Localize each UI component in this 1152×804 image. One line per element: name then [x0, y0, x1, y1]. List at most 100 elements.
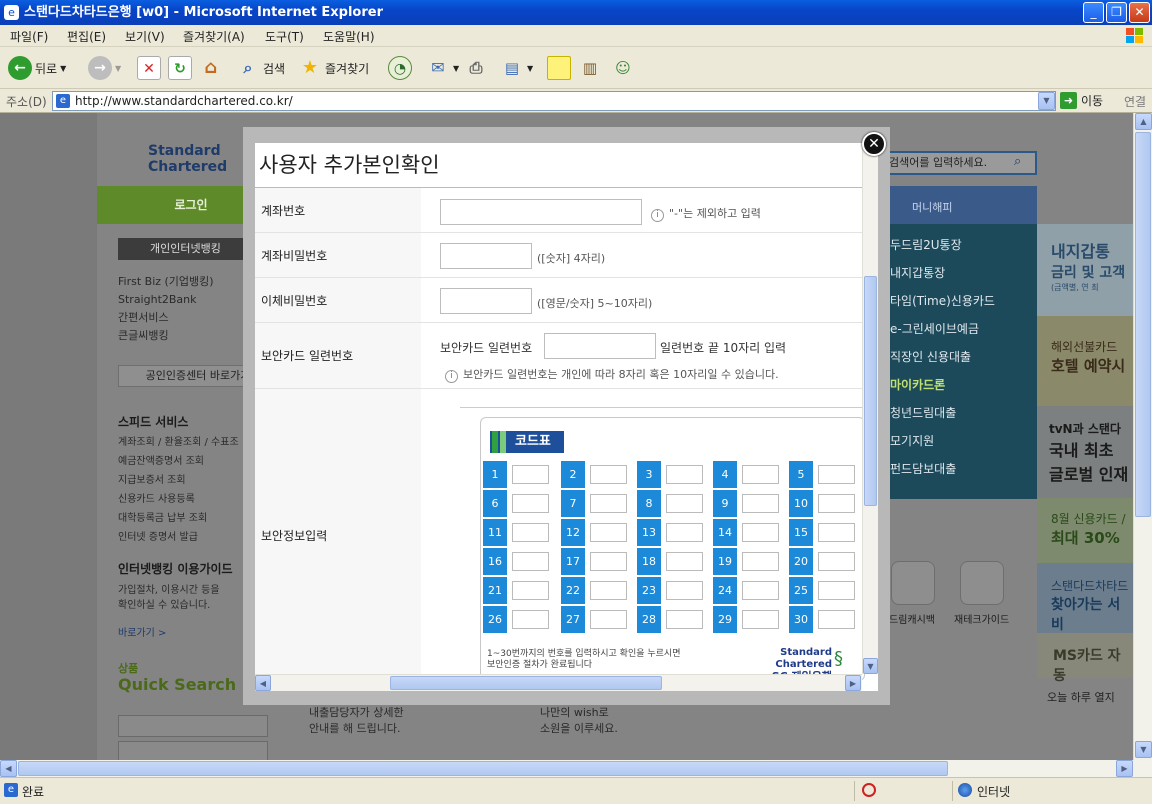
- research-button[interactable]: ▥: [578, 55, 602, 81]
- code-input[interactable]: [666, 552, 703, 571]
- scroll-left-button[interactable]: ◀: [0, 760, 17, 777]
- mail-button[interactable]: ✉ ▼: [426, 55, 459, 81]
- discuss-button[interactable]: [547, 55, 571, 81]
- code-input[interactable]: [818, 494, 855, 513]
- code-input[interactable]: [666, 465, 703, 484]
- menu-file[interactable]: 파일(F): [10, 28, 48, 45]
- page-vscroll-thumb[interactable]: [1135, 132, 1151, 517]
- speed-item[interactable]: 대학등록금 납부 조회: [118, 509, 239, 528]
- banking-link-simple[interactable]: 간편서비스: [118, 309, 214, 327]
- product-item[interactable]: 타임(Time)신용카드: [890, 287, 995, 315]
- code-input[interactable]: [666, 610, 703, 629]
- coins-icon[interactable]: [891, 561, 935, 605]
- product-item[interactable]: 청년드림대출: [890, 399, 995, 427]
- pie-chart-icon[interactable]: [960, 561, 1004, 605]
- transfer-password-input[interactable]: [440, 288, 532, 314]
- speed-item[interactable]: 신용카드 사용등록: [118, 490, 239, 509]
- print-button[interactable]: ⎙: [464, 55, 488, 81]
- back-button[interactable]: ← 뒤로 ▼: [8, 55, 66, 81]
- menu-help[interactable]: 도움말(H): [323, 28, 375, 45]
- site-search-input[interactable]: 검색어를 입력하세요.: [877, 151, 1037, 175]
- speed-item[interactable]: 지급보증서 조회: [118, 471, 239, 490]
- code-input[interactable]: [818, 465, 855, 484]
- account-number-input[interactable]: [440, 199, 642, 225]
- modal-vertical-scrollbar[interactable]: ▼: [862, 143, 878, 674]
- speed-item[interactable]: 인터넷 증명서 발급: [118, 528, 239, 547]
- modal-hscroll-thumb[interactable]: [390, 676, 662, 690]
- maximize-button[interactable]: ❐: [1106, 2, 1127, 23]
- today-close-link[interactable]: 오늘 하루 열지: [1047, 689, 1115, 705]
- quick-search-input-2[interactable]: [118, 741, 268, 760]
- favorites-button[interactable]: ★ 즐겨찾기: [298, 55, 369, 81]
- speed-item[interactable]: 예금잔액증명서 조회: [118, 452, 239, 471]
- money-happy-tab[interactable]: 머니해피: [912, 199, 952, 215]
- product-item[interactable]: 마이카드론: [890, 371, 995, 399]
- code-input[interactable]: [742, 610, 779, 629]
- code-input[interactable]: [742, 494, 779, 513]
- account-password-input[interactable]: [440, 243, 532, 269]
- product-item[interactable]: 직장인 신용대출: [890, 343, 995, 371]
- banner-2[interactable]: 해외선불카드 호텔 예약시: [1037, 316, 1133, 406]
- address-input[interactable]: e http://www.standardchartered.co.kr/ ▼: [52, 91, 1056, 111]
- banner-4[interactable]: 8월 신용카드 / 최대 30%: [1037, 498, 1133, 563]
- product-item[interactable]: e-그린세이브예금: [890, 315, 995, 343]
- code-input[interactable]: [742, 552, 779, 571]
- banner-3[interactable]: tvN과 스탠다 국내 최초 글로벌 인재: [1037, 406, 1133, 498]
- page-horizontal-scrollbar[interactable]: ◀ ▶: [0, 760, 1152, 777]
- edit-button[interactable]: ▤ ▼: [500, 55, 533, 81]
- address-dropdown-button[interactable]: ▼: [1038, 92, 1055, 110]
- menu-tools[interactable]: 도구(T): [265, 28, 304, 45]
- history-button[interactable]: ◔: [388, 55, 412, 81]
- scroll-up-button[interactable]: ▲: [1135, 113, 1152, 130]
- page-vertical-scrollbar[interactable]: ▲ ▼: [1133, 113, 1152, 760]
- banking-link-straight2bank[interactable]: Straight2Bank: [118, 291, 214, 309]
- modal-scroll-down-button[interactable]: ▼: [863, 658, 878, 674]
- banner-6[interactable]: MS카드 자동: [1037, 633, 1133, 684]
- banking-link-firstbiz[interactable]: First Biz (기업뱅킹): [118, 273, 214, 291]
- scroll-right-button[interactable]: ▶: [1116, 760, 1133, 777]
- finance-guide-label[interactable]: 재테크가이드: [954, 611, 1009, 626]
- messenger-button[interactable]: ☺: [611, 55, 635, 81]
- code-input[interactable]: [590, 552, 627, 571]
- modal-vscroll-thumb[interactable]: [864, 276, 877, 506]
- search-button[interactable]: ⌕ 검색: [236, 55, 286, 81]
- code-input[interactable]: [590, 465, 627, 484]
- code-input[interactable]: [512, 465, 549, 484]
- code-input[interactable]: [512, 523, 549, 542]
- scroll-down-button[interactable]: ▼: [1135, 741, 1152, 758]
- code-input[interactable]: [590, 523, 627, 542]
- speed-item[interactable]: 계좌조회 / 환율조회 / 수표조: [118, 433, 239, 452]
- sc-logo[interactable]: Standard Chartered: [148, 143, 227, 175]
- code-input[interactable]: [666, 494, 703, 513]
- code-input[interactable]: [742, 465, 779, 484]
- search-icon[interactable]: ⌕: [1014, 154, 1021, 169]
- code-input[interactable]: [818, 610, 855, 629]
- code-input[interactable]: [818, 523, 855, 542]
- modal-close-button[interactable]: ✕: [862, 132, 886, 156]
- product-item[interactable]: 펀드담보대출: [890, 455, 995, 483]
- code-input[interactable]: [742, 581, 779, 600]
- modal-scroll-right-button[interactable]: ▶: [845, 675, 861, 691]
- code-input[interactable]: [512, 552, 549, 571]
- code-input[interactable]: [666, 523, 703, 542]
- code-input[interactable]: [742, 523, 779, 542]
- forward-button[interactable]: → ▼: [88, 55, 121, 81]
- code-input[interactable]: [512, 610, 549, 629]
- code-input[interactable]: [818, 552, 855, 571]
- personal-banking-button[interactable]: 개인인터넷뱅킹: [118, 238, 246, 260]
- quick-search-input[interactable]: [118, 715, 268, 737]
- close-window-button[interactable]: ✕: [1129, 2, 1150, 23]
- menu-favorites[interactable]: 즐겨찾기(A): [183, 28, 245, 45]
- guide-link[interactable]: 바로가기 >: [118, 624, 166, 639]
- dream-cashback-label[interactable]: 드림캐시백: [889, 611, 935, 626]
- home-button[interactable]: ⌂: [199, 55, 223, 81]
- code-input[interactable]: [666, 581, 703, 600]
- window-titlebar[interactable]: 스탠다드차타드은행 [w0] - Microsoft Internet Expl…: [0, 0, 1152, 25]
- code-input[interactable]: [512, 581, 549, 600]
- security-card-serial-input[interactable]: [544, 333, 656, 359]
- stop-button[interactable]: ✕: [137, 55, 161, 81]
- links-label[interactable]: 연결: [1124, 93, 1146, 110]
- minimize-button[interactable]: _: [1083, 2, 1104, 23]
- code-input[interactable]: [590, 610, 627, 629]
- product-item[interactable]: 내지갑통장: [890, 259, 995, 287]
